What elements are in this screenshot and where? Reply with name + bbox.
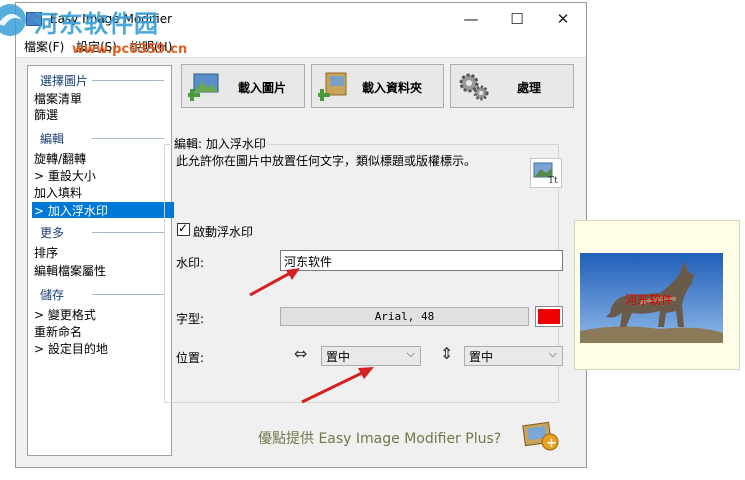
section-divider: [92, 80, 164, 81]
section-divider: [92, 232, 164, 233]
font-select-button[interactable]: Arial, 48: [280, 307, 529, 326]
sidebar-item-resize[interactable]: > 重設大小: [34, 167, 96, 184]
sidebar: 選擇圖片 檔案清單 篩選 編輯 旋轉/翻轉 > 重設大小 加入填料 > 加入浮水…: [27, 65, 174, 456]
load-images-icon: [188, 73, 219, 101]
sidebar-item-filter[interactable]: 篩選: [34, 106, 58, 123]
close-button[interactable]: ✕: [540, 3, 586, 35]
sidebar-item-sort[interactable]: 排序: [34, 244, 58, 261]
group-title: 編輯: 加入浮水印: [172, 135, 268, 152]
site-watermark-url: www.pc0359.cn: [72, 42, 188, 57]
annotation-arrow-icon: [301, 367, 374, 404]
watermark-image-icon: Tt: [530, 158, 562, 188]
sidebar-section-edit: 編輯: [40, 132, 65, 146]
sidebar-item-change-format[interactable]: > 變更格式: [34, 306, 96, 323]
process-label: 處理: [517, 81, 542, 95]
load-folder-label: 載入資料夾: [362, 81, 423, 95]
sidebar-item-add-padding[interactable]: 加入填料: [34, 184, 82, 201]
preview-watermark-text: 河东软件: [625, 293, 674, 307]
preview-panel: 河东软件: [574, 220, 740, 370]
upgrade-plus-icon[interactable]: +: [520, 418, 560, 454]
watermark-text-label: 水印:: [176, 256, 205, 270]
section-divider: [92, 138, 164, 139]
sidebar-section-select-images: 選擇圖片: [40, 74, 89, 88]
enable-watermark-label: 啟動浮水印: [193, 225, 254, 239]
chevron-down-icon: ⌵: [406, 347, 415, 360]
color-swatch: [538, 309, 560, 324]
preview-image: 河东软件: [580, 253, 723, 343]
sidebar-item-edit-file-props[interactable]: 編輯檔案屬性: [34, 262, 106, 279]
color-picker-button[interactable]: [535, 306, 563, 327]
load-images-label: 載入圖片: [238, 81, 287, 95]
vertical-align-value: 置中: [469, 350, 494, 364]
sidebar-item-rename[interactable]: 重新命名: [34, 323, 82, 340]
sidebar-item-add-watermark[interactable]: > 加入浮水印: [34, 202, 108, 219]
sidebar-section-more: 更多: [40, 226, 65, 240]
position-label: 位置:: [176, 351, 205, 365]
load-images-button[interactable]: 載入圖片: [181, 64, 305, 108]
sidebar-item-rotate-flip[interactable]: 旋轉/翻轉: [34, 150, 86, 167]
svg-text:+: +: [546, 436, 557, 451]
horizontal-arrows-icon: ⇔: [294, 344, 308, 363]
sidebar-section-save: 儲存: [40, 288, 65, 302]
vertical-arrows-icon: ⇕: [440, 344, 454, 363]
annotation-arrow-icon: [249, 268, 300, 297]
load-folder-button[interactable]: 載入資料夾: [311, 64, 444, 108]
minimize-button[interactable]: —: [448, 3, 494, 35]
font-label: 字型:: [176, 312, 205, 326]
chevron-down-icon: ⌵: [548, 347, 557, 360]
load-folder-icon: [318, 72, 347, 101]
sidebar-item-file-list[interactable]: 檔案清單: [34, 90, 82, 107]
watermark-description: 此允許你在圖片中放置任何文字，類似標題或版權標示。: [176, 154, 477, 168]
process-button[interactable]: 處理: [450, 64, 574, 108]
menu-file[interactable]: 檔案(F): [24, 38, 64, 55]
section-divider: [92, 294, 164, 295]
svg-text:Tt: Tt: [548, 176, 558, 185]
upgrade-promo-link[interactable]: 優點提供 Easy Image Modifier Plus?: [258, 428, 501, 448]
site-watermark-text: 河东软件园: [34, 9, 159, 38]
watermark-text-input[interactable]: 河东软件: [280, 250, 563, 271]
site-logo-icon: [0, 4, 26, 36]
sidebar-item-set-destination[interactable]: > 設定目的地: [34, 340, 108, 357]
maximize-button[interactable]: ☐: [494, 3, 540, 35]
enable-watermark-checkbox[interactable]: [177, 221, 190, 236]
vertical-align-select[interactable]: 置中 ⌵: [464, 346, 563, 366]
gears-icon: [459, 73, 489, 101]
